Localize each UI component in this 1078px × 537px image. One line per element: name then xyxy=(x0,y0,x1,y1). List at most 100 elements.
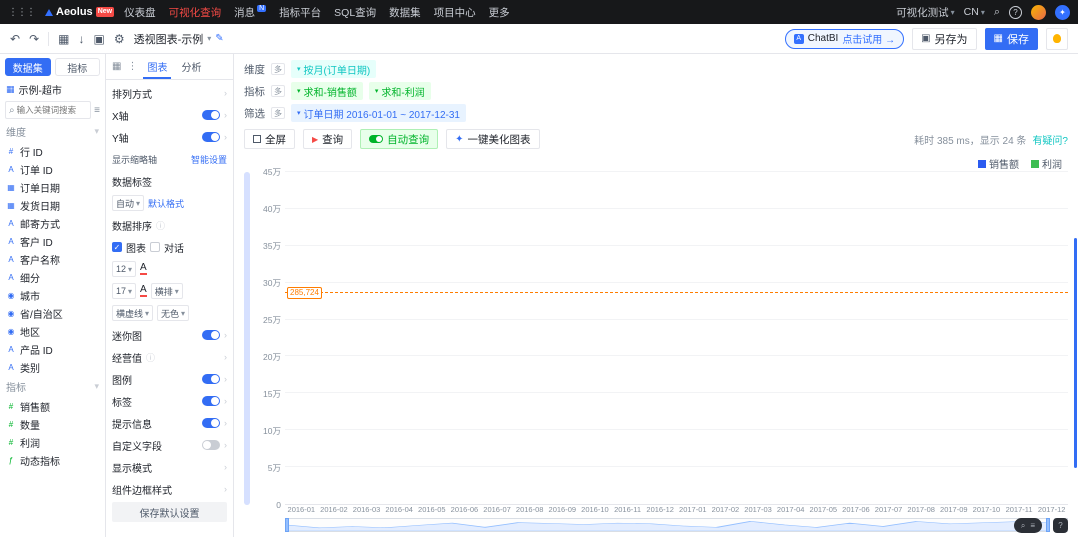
checkbox-图表[interactable]: ✓ xyxy=(112,242,122,252)
toggle-Y轴[interactable] xyxy=(202,132,220,142)
tab-analysis[interactable]: 分析 xyxy=(177,54,205,79)
chevron-right-icon[interactable]: › xyxy=(224,110,227,120)
field-item[interactable]: #行 ID xyxy=(0,142,105,160)
settings-gear-icon[interactable]: ⚙ xyxy=(114,32,125,46)
chevron-right-icon[interactable]: › xyxy=(224,440,227,450)
font-color-picker[interactable]: A xyxy=(140,285,147,297)
assistant-icon[interactable]: ✦ xyxy=(1055,5,1070,20)
reference-line[interactable]: 285,724 xyxy=(285,292,1068,293)
tab-chart[interactable]: 图表 xyxy=(143,54,171,79)
chart-type-icon[interactable]: ▦ xyxy=(58,32,69,46)
field-item[interactable]: #数量 xyxy=(0,415,105,433)
save-button[interactable]: ▦ 保存 xyxy=(985,28,1038,50)
undo-icon[interactable]: ↶ xyxy=(10,32,20,46)
config-select[interactable]: 自动▾ xyxy=(112,195,144,211)
info-icon[interactable]: ⓘ xyxy=(146,351,155,364)
chevron-right-icon[interactable]: › xyxy=(224,352,227,362)
beautify-button[interactable]: ✦ 一键美化图表 xyxy=(446,129,539,149)
query-button[interactable]: ▶ 查询 xyxy=(303,129,352,149)
field-item[interactable]: A客户名称 xyxy=(0,250,105,268)
field-item[interactable]: ▦发货日期 xyxy=(0,196,105,214)
config-select[interactable]: 无色▾ xyxy=(157,305,189,321)
config-link[interactable]: 默认格式 xyxy=(148,197,184,210)
fields-tab-指标[interactable]: 指标 xyxy=(55,58,101,76)
query-tag[interactable]: ▾按月(订单日期) xyxy=(291,60,376,78)
chevron-right-icon[interactable]: › xyxy=(224,462,227,472)
chevron-right-icon[interactable]: › xyxy=(224,396,227,406)
fullscreen-button[interactable]: 全屏 xyxy=(244,129,295,149)
field-item[interactable]: ◉地区 xyxy=(0,322,105,340)
search-icon[interactable]: ⌕ xyxy=(994,6,1000,19)
toggle-X轴[interactable] xyxy=(202,110,220,120)
toggle-图例[interactable] xyxy=(202,374,220,384)
toggle-迷你图[interactable] xyxy=(202,330,220,340)
floating-help-button[interactable]: ? xyxy=(1053,518,1068,533)
nav-item-可视化查询[interactable]: 可视化查询 xyxy=(169,5,222,20)
caret-down-icon[interactable]: ▾ xyxy=(207,34,211,43)
nav-item-更多[interactable]: 更多 xyxy=(489,5,510,20)
redo-icon[interactable]: ↷ xyxy=(29,32,39,46)
help-icon[interactable]: ? xyxy=(1009,6,1022,19)
floating-widget[interactable]: ⌕ ≡ xyxy=(1014,518,1042,533)
field-item[interactable]: A类别 xyxy=(0,358,105,376)
config-link[interactable]: 智能设置 xyxy=(191,153,227,166)
fields-tab-数据集[interactable]: 数据集 xyxy=(5,58,51,76)
config-select[interactable]: 17▾ xyxy=(112,283,136,299)
edit-title-icon[interactable]: ✎ xyxy=(215,33,223,44)
chevron-right-icon[interactable]: › xyxy=(224,484,227,494)
tips-button[interactable] xyxy=(1046,28,1068,50)
field-item[interactable]: ƒ动态指标 xyxy=(0,451,105,469)
language-select[interactable]: CN ▾ xyxy=(964,6,985,18)
field-item[interactable]: A邮寄方式 xyxy=(0,214,105,232)
legend-item-销售额[interactable]: 销售额 xyxy=(978,156,1019,171)
layout-grid-icon[interactable]: ▦ xyxy=(112,61,121,72)
info-icon[interactable]: ⓘ xyxy=(156,219,165,232)
nav-item-消息[interactable]: 消息N xyxy=(234,5,266,20)
avatar[interactable] xyxy=(1031,5,1046,20)
nav-item-项目中心[interactable]: 项目中心 xyxy=(434,5,476,20)
config-select[interactable]: 横虚线▾ xyxy=(112,305,153,321)
kebab-menu-icon[interactable]: ⋮ xyxy=(127,61,137,72)
save-as-button[interactable]: ▣ 另存为 xyxy=(912,28,976,50)
x-axis-zoom-slider[interactable] xyxy=(285,518,1050,532)
y-axis-zoom-slider[interactable] xyxy=(244,172,250,505)
nav-item-指标平台[interactable]: 指标平台 xyxy=(279,5,321,20)
field-item[interactable]: A产品 ID xyxy=(0,340,105,358)
right-scrollbar-thumb[interactable] xyxy=(1074,238,1077,468)
download-icon[interactable]: ↓ xyxy=(78,32,84,46)
toggle-标签[interactable] xyxy=(202,396,220,406)
legend-item-利润[interactable]: 利润 xyxy=(1031,156,1062,171)
status-help-link[interactable]: 有疑问? xyxy=(1032,132,1068,147)
chevron-right-icon[interactable]: › xyxy=(224,330,227,340)
dimension-section-header[interactable]: 维度 ▾ xyxy=(0,121,105,142)
field-item[interactable]: A细分 xyxy=(0,268,105,286)
zoom-handle-right[interactable] xyxy=(1046,518,1050,532)
measure-section-header[interactable]: 指标 ▾ xyxy=(0,376,105,397)
nav-item-数据集[interactable]: 数据集 xyxy=(389,5,421,20)
field-item[interactable]: #销售额 xyxy=(0,397,105,415)
app-grid-icon[interactable]: ⋮⋮⋮ xyxy=(8,7,35,18)
toggle-提示信息[interactable] xyxy=(202,418,220,428)
font-color-picker[interactable]: A xyxy=(140,263,147,275)
query-tag[interactable]: ▾求和-利润 xyxy=(369,82,431,100)
checkbox-对话[interactable] xyxy=(150,242,160,252)
nav-item-仪表盘[interactable]: 仪表盘 xyxy=(124,5,156,20)
field-item[interactable]: ▦订单日期 xyxy=(0,178,105,196)
workspace-select[interactable]: 可视化测试 ▾ xyxy=(896,5,955,20)
config-select[interactable]: 横排▾ xyxy=(151,283,183,299)
chevron-right-icon[interactable]: › xyxy=(224,88,227,98)
field-item[interactable]: ◉省/自治区 xyxy=(0,304,105,322)
config-select[interactable]: 12▾ xyxy=(112,261,136,277)
field-item[interactable]: #利润 xyxy=(0,433,105,451)
chevron-right-icon[interactable]: › xyxy=(224,132,227,142)
chatbi-button[interactable]: A ChatBI 点击试用 → xyxy=(785,29,904,49)
save-defaults-button[interactable]: 保存默认设置 xyxy=(112,502,227,522)
dataset-selector[interactable]: ▦ 示例-超市 xyxy=(0,80,105,99)
zoom-handle-left[interactable] xyxy=(285,518,289,532)
query-tag[interactable]: ▾订单日期 2016-01-01 ~ 2017-12-31 xyxy=(291,104,466,122)
y-axis-zoom-thumb[interactable] xyxy=(244,172,250,505)
field-item[interactable]: A订单 ID xyxy=(0,160,105,178)
field-item[interactable]: ◉城市 xyxy=(0,286,105,304)
field-search-input[interactable] xyxy=(17,105,88,115)
toggle-自定义字段[interactable] xyxy=(202,440,220,450)
